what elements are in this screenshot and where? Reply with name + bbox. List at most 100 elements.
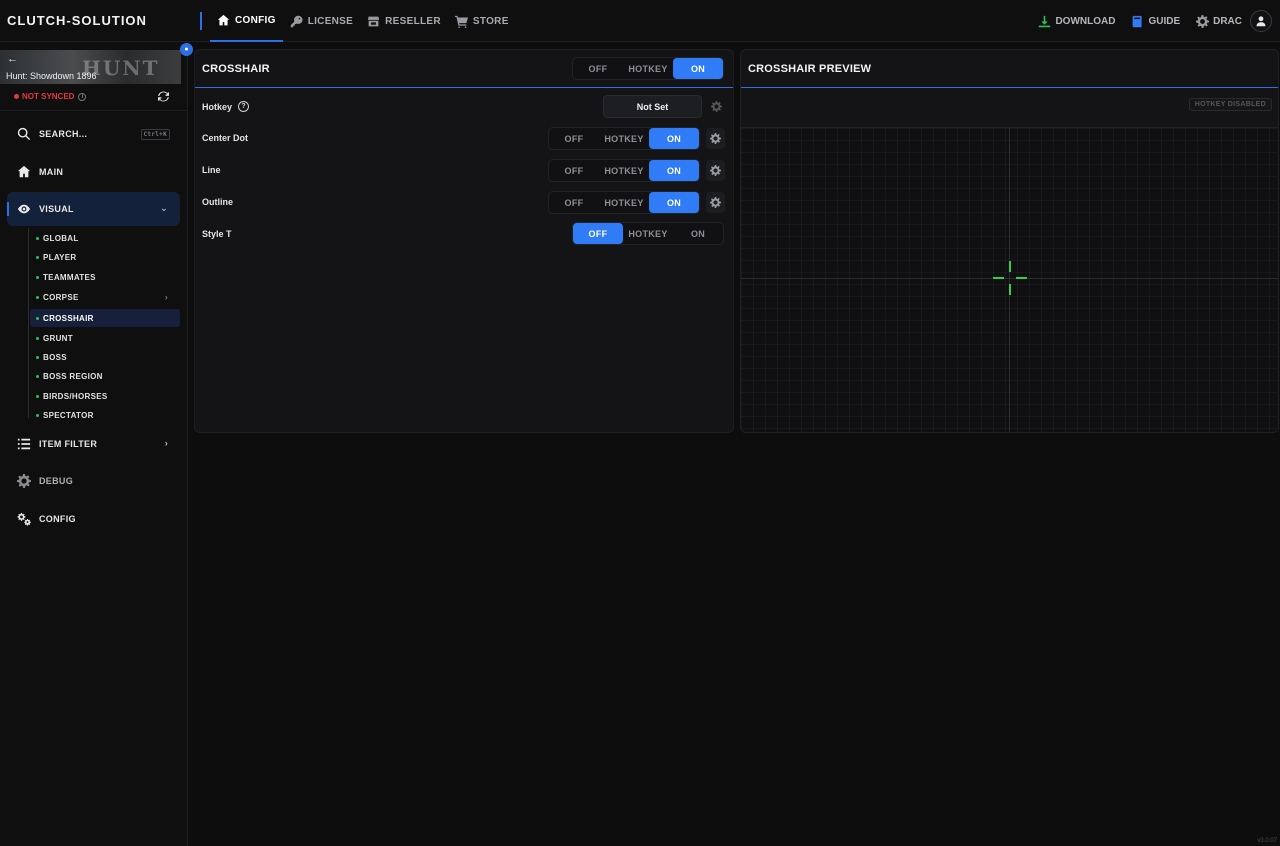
- gear-icon: [710, 165, 721, 176]
- toggle-hotkey[interactable]: HOTKEY: [599, 128, 649, 149]
- status-dot: [36, 295, 39, 299]
- gear-icon: [710, 197, 721, 208]
- line-label: Line: [202, 165, 221, 175]
- toggle-on[interactable]: ON: [649, 160, 699, 181]
- center-dot-settings-button[interactable]: [706, 128, 725, 149]
- help-icon[interactable]: ?: [238, 101, 250, 112]
- hotkey-bind-button[interactable]: Not Set: [603, 95, 702, 118]
- guide-label: GUIDE: [1148, 15, 1181, 27]
- outline-label: Outline: [202, 197, 233, 207]
- crosshair-line-left: [993, 277, 1004, 279]
- pin-icon[interactable]: ●: [180, 43, 193, 56]
- crosshair-preview-canvas: [741, 127, 1278, 432]
- toggle-off[interactable]: OFF: [573, 223, 623, 244]
- outline-settings-button[interactable]: [706, 192, 725, 213]
- download-button[interactable]: DOWNLOAD: [1038, 15, 1115, 28]
- status-dot: [36, 413, 39, 417]
- status-dot: [36, 394, 39, 398]
- download-icon: [1039, 15, 1051, 27]
- submenu-item-label: CORPSE: [43, 292, 79, 302]
- crosshair-line-right: [1016, 277, 1027, 279]
- store-icon: [367, 16, 380, 26]
- tab-store[interactable]: STORE: [448, 0, 516, 42]
- home-icon: [217, 14, 230, 25]
- sync-status: NOT SYNCED i: [14, 92, 87, 101]
- back-arrow-icon[interactable]: ←: [7, 53, 18, 65]
- submenu-item-label: BOSS: [43, 352, 67, 362]
- avatar[interactable]: [1250, 10, 1272, 32]
- tab-config[interactable]: CONFIG: [210, 0, 283, 42]
- tab-reseller[interactable]: RESELLER: [360, 0, 448, 42]
- sidebar-item-main[interactable]: MAIN: [7, 155, 180, 189]
- toggle-off[interactable]: OFF: [573, 58, 623, 79]
- toggle-on[interactable]: ON: [673, 58, 723, 79]
- submenu-item-spectator[interactable]: SPECTATOR: [30, 406, 180, 424]
- line-settings-button[interactable]: [706, 160, 725, 181]
- sidebar-item-debug-label: DEBUG: [39, 476, 74, 486]
- sidebar-item-visual[interactable]: VISUAL ⌄: [7, 192, 180, 226]
- download-label: DOWNLOAD: [1055, 15, 1116, 27]
- outline-toggle: OFF HOTKEY ON: [548, 191, 700, 214]
- gears-icon: [17, 512, 31, 526]
- toggle-hotkey[interactable]: HOTKEY: [599, 160, 649, 181]
- list-icon: [17, 438, 31, 450]
- submenu-item-label: PLAYER: [43, 252, 77, 262]
- sidebar-item-config[interactable]: CONFIG: [7, 502, 180, 536]
- crosshair-master-toggle: OFF HOTKEY ON: [572, 57, 724, 80]
- sync-status-label: NOT SYNCED: [22, 92, 75, 101]
- sidebar-item-item-filter[interactable]: ITEM FILTER ›: [7, 427, 180, 461]
- sidebar-item-debug[interactable]: DEBUG: [7, 464, 180, 498]
- submenu-item-teammates[interactable]: TEAMMATES: [30, 268, 180, 286]
- submenu-item-grunt[interactable]: GRUNT: [30, 329, 180, 347]
- chevron-right-icon: ›: [164, 292, 168, 302]
- brand-logo: CLUTCH-SOLUTION: [7, 13, 147, 28]
- style-t-label: Style T: [202, 229, 232, 239]
- toggle-on[interactable]: ON: [649, 128, 699, 149]
- toggle-on[interactable]: ON: [673, 223, 723, 244]
- search-shortcut: Ctrl+K: [140, 129, 170, 140]
- submenu-item-corpse[interactable]: CORPSE ›: [30, 288, 180, 306]
- search-icon: [17, 127, 31, 141]
- eye-icon: [17, 204, 31, 214]
- submenu-item-birds-horses[interactable]: BIRDS/HORSES: [30, 387, 180, 405]
- sidebar-item-config-label: CONFIG: [39, 514, 76, 524]
- user-menu[interactable]: DRAC: [1196, 14, 1242, 28]
- info-icon[interactable]: i: [78, 92, 87, 101]
- sidebar-item-main-label: MAIN: [39, 167, 64, 177]
- submenu-item-boss-region[interactable]: BOSS REGION: [30, 367, 180, 385]
- submenu-tree-line: [28, 228, 29, 418]
- gear-icon: [17, 474, 31, 488]
- status-dot: [36, 336, 39, 340]
- toggle-on[interactable]: ON: [649, 192, 699, 213]
- toggle-hotkey[interactable]: HOTKEY: [623, 58, 673, 79]
- game-banner[interactable]: HUNT ← Hunt: Showdown 1896: [0, 50, 181, 84]
- toggle-off[interactable]: OFF: [549, 192, 599, 213]
- sidebar-item-visual-label: VISUAL: [39, 204, 74, 214]
- toggle-off[interactable]: OFF: [549, 128, 599, 149]
- submenu-item-global[interactable]: GLOBAL: [30, 229, 180, 247]
- toggle-hotkey[interactable]: HOTKEY: [623, 223, 673, 244]
- refresh-icon[interactable]: [158, 91, 169, 102]
- crosshair-line-top: [1009, 261, 1011, 272]
- submenu-item-player[interactable]: PLAYER: [30, 248, 180, 266]
- user-icon: [1256, 16, 1266, 27]
- tab-license-label: LICENSE: [307, 15, 354, 27]
- center-dot-label: Center Dot: [202, 133, 249, 143]
- status-dot: [36, 355, 39, 359]
- app-version: v3.0.07: [1257, 838, 1277, 844]
- hotkey-row-label: Hotkey ?: [202, 101, 250, 112]
- top-bar: CLUTCH-SOLUTION CONFIG LICENSE RESELLER …: [0, 0, 1280, 42]
- hotkey-settings-button[interactable]: [707, 96, 726, 117]
- top-nav: CONFIG LICENSE RESELLER STORE: [210, 0, 516, 42]
- toggle-off[interactable]: OFF: [549, 160, 599, 181]
- toggle-hotkey[interactable]: HOTKEY: [599, 192, 649, 213]
- status-dot: [36, 374, 39, 378]
- submenu-item-crosshair[interactable]: CROSSHAIR: [30, 309, 180, 327]
- submenu-item-boss[interactable]: BOSS: [30, 348, 180, 366]
- status-dot: [36, 236, 39, 240]
- tab-license[interactable]: LICENSE: [283, 0, 360, 42]
- preview-axis-vertical: [1009, 128, 1010, 432]
- guide-button[interactable]: GUIDE: [1131, 15, 1180, 28]
- sidebar-search[interactable]: SEARCH... Ctrl+K: [7, 117, 180, 151]
- hotkey-label: Hotkey: [202, 101, 233, 112]
